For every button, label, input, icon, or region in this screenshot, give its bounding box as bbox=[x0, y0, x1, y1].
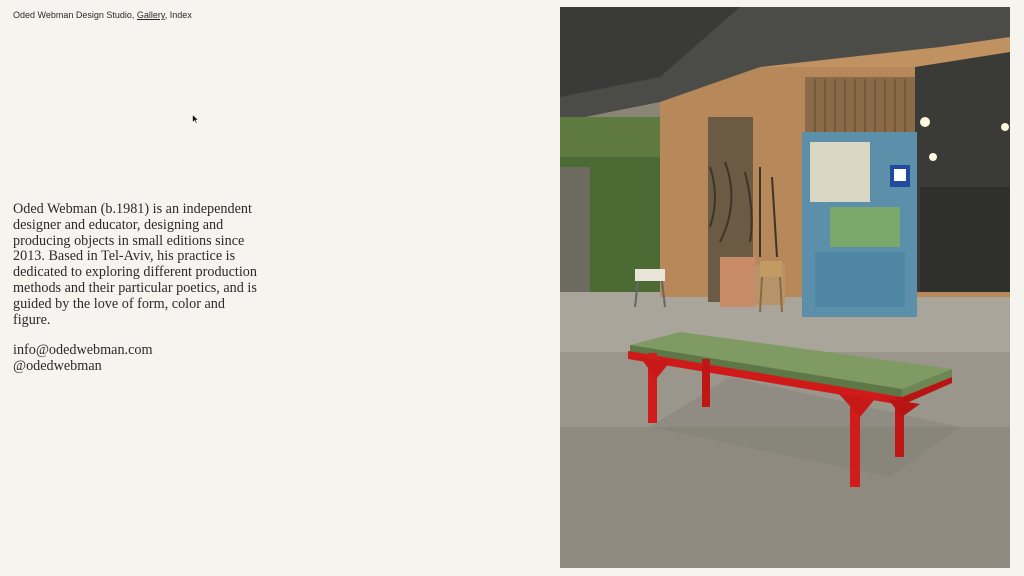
bio-section: Oded Webman (b.1981) is an independent d… bbox=[13, 201, 263, 328]
workshop-scene bbox=[560, 7, 1010, 568]
email-link[interactable]: info@odedwebman.com bbox=[13, 342, 153, 358]
index-link[interactable]: Index bbox=[170, 10, 192, 20]
mouse-cursor-icon bbox=[192, 114, 200, 124]
bio-text: Oded Webman (b.1981) is an independent d… bbox=[13, 201, 257, 328]
bench-photo bbox=[560, 7, 1010, 568]
contact-section: info@odedwebman.com @odedwebman bbox=[13, 342, 153, 374]
gallery-link[interactable]: Gallery bbox=[137, 10, 165, 20]
top-navigation: Oded Webman Design Studio, Gallery, Inde… bbox=[13, 10, 192, 20]
nav-separator: , bbox=[164, 10, 168, 20]
studio-name: Oded Webman Design Studio, bbox=[13, 10, 135, 20]
instagram-link[interactable]: @odedwebman bbox=[13, 358, 153, 374]
